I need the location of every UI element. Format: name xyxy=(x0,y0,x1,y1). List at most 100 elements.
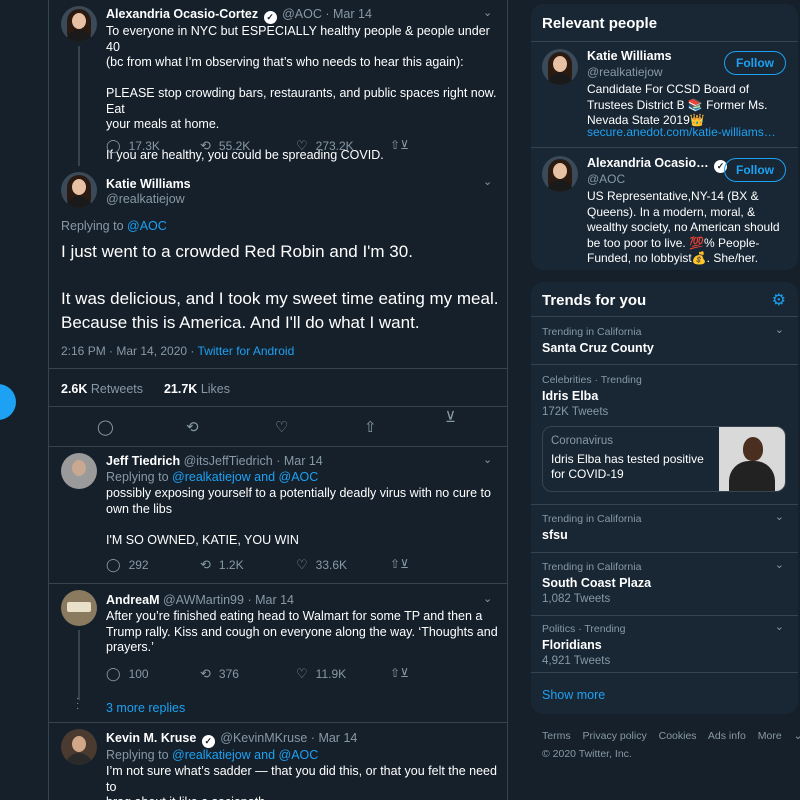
trend-item[interactable]: Politics · Trending Floridians 4,921 Twe… xyxy=(531,616,798,672)
retweet-icon[interactable]: ⟲ xyxy=(186,418,199,436)
replying-to-link[interactable]: @realkatiejow and @AOC xyxy=(172,470,318,484)
retweet-icon: ⟲ xyxy=(200,138,211,153)
follow-button[interactable]: Follow xyxy=(724,158,786,182)
author-name[interactable]: Alexandria Ocasio-Cortez xyxy=(106,7,258,21)
gear-icon[interactable]: ⚙ xyxy=(772,290,786,310)
author-name[interactable]: AndreaM xyxy=(106,593,159,607)
author-name[interactable]: Katie Williams xyxy=(106,177,191,191)
author-name[interactable]: Jeff Tiedrich xyxy=(106,454,180,468)
bookmark-icon: ⊻ xyxy=(400,666,409,680)
author-handle[interactable]: @AWMartin99 xyxy=(163,593,244,607)
chevron-down-icon[interactable]: ⌄ xyxy=(483,453,492,466)
share-button[interactable]: ⇧⊻ xyxy=(390,138,409,152)
heart-icon[interactable]: ♡ xyxy=(275,418,288,436)
chevron-down-icon[interactable]: ⌄ xyxy=(483,175,492,188)
tweet-date[interactable]: Mar 14 xyxy=(255,593,294,607)
avatar[interactable] xyxy=(542,49,578,85)
footer-link-privacy[interactable]: Privacy policy xyxy=(583,730,647,742)
author-handle[interactable]: @itsJeffTiedrich xyxy=(184,454,273,468)
like-count: 33.6K xyxy=(315,558,348,572)
divider xyxy=(49,406,507,407)
bookmark-icon[interactable]: ⊻ xyxy=(445,408,456,426)
retweet-button[interactable]: ⟲ 55.2K xyxy=(200,138,250,154)
avatar[interactable] xyxy=(61,590,97,626)
trend-item[interactable]: Trending in California Santa Cruz County… xyxy=(531,317,798,364)
tweet-aoc[interactable]: Alexandria Ocasio-Cortez ✓ @AOC · Mar 14… xyxy=(49,0,507,172)
like-button[interactable]: ♡ 11.9K xyxy=(296,666,346,682)
footer-link-ads[interactable]: Ads info xyxy=(708,730,746,742)
tweet-reply[interactable]: Kevin M. Kruse ✓ @KevinMKruse · Mar 14 R… xyxy=(49,723,507,800)
reply-button[interactable]: ◯ 292 xyxy=(106,557,149,573)
tweet-reply[interactable]: Jeff Tiedrich @itsJeffTiedrich · Mar 14 … xyxy=(49,447,507,582)
tweet-text: I just went to a crowded Red Robin and I… xyxy=(61,242,499,332)
avatar[interactable] xyxy=(61,172,97,208)
author-handle[interactable]: @KevinMKruse xyxy=(220,731,307,745)
like-button[interactable]: ♡ 33.6K xyxy=(296,557,347,573)
like-button[interactable]: ♡ 273.2K xyxy=(296,138,354,154)
retweet-button[interactable]: ⟲ 376 xyxy=(200,666,239,682)
tweet-header: Kevin M. Kruse ✓ @KevinMKruse · Mar 14 xyxy=(106,731,358,748)
retweets-stat[interactable]: 2.6K Retweets xyxy=(61,382,143,396)
heart-icon: ♡ xyxy=(296,557,308,572)
retweet-count: 1.2K xyxy=(218,558,244,572)
person-bio: US Representative,NY-14 (BX & Queens). I… xyxy=(587,189,780,265)
avatar[interactable] xyxy=(542,156,578,192)
retweet-count: 55.2K xyxy=(218,139,251,153)
show-more-link[interactable]: Show more xyxy=(542,688,605,702)
footer-link-terms[interactable]: Terms xyxy=(542,730,571,742)
replying-to-link[interactable]: @AOC xyxy=(127,219,167,233)
chevron-down-icon[interactable]: ⌄ xyxy=(775,510,784,523)
timestamp[interactable]: 2:16 PM · Mar 14, 2020 xyxy=(61,344,187,358)
follow-button[interactable]: Follow xyxy=(724,51,786,75)
news-card[interactable]: Coronavirus Idris Elba has tested positi… xyxy=(542,426,786,492)
tweet-date[interactable]: Mar 14 xyxy=(284,454,323,468)
reply-icon[interactable]: ◯ xyxy=(97,418,114,436)
author-handle[interactable]: @AOC xyxy=(282,7,322,21)
chevron-down-icon[interactable]: ⌄ xyxy=(775,558,784,571)
reply-button[interactable]: ◯ 17.3K xyxy=(106,138,160,154)
retweet-button[interactable]: ⟲ 1.2K xyxy=(200,557,244,573)
tweet-actions: ◯ ⟲ ♡ ⇧ ⊻ xyxy=(49,409,507,436)
avatar[interactable] xyxy=(61,6,97,42)
trend-name: sfsu xyxy=(542,528,568,542)
person-name[interactable]: Alexandria Ocasio… ✓ xyxy=(587,156,729,173)
tweet-reply[interactable]: AndreaM @AWMartin99 · Mar 14 ⌄ After you… xyxy=(49,584,507,722)
tweet-source-link[interactable]: Twitter for Android xyxy=(198,344,295,358)
trend-name: South Coast Plaza xyxy=(542,576,652,590)
person-link[interactable]: secure.anedot.com/katie-williams… xyxy=(587,125,776,141)
compose-tweet-button[interactable] xyxy=(0,384,16,420)
share-icon: ⇧ xyxy=(390,138,401,152)
trend-item[interactable]: Celebrities · Trending Idris Elba 172K T… xyxy=(531,365,798,505)
reply-icon: ◯ xyxy=(106,138,121,153)
trend-item[interactable]: Trending in California South Coast Plaza… xyxy=(531,553,798,615)
chevron-down-icon[interactable]: ⌄ xyxy=(775,323,784,336)
tweet-date[interactable]: Mar 14 xyxy=(333,7,372,21)
chevron-down-icon[interactable]: ⌄ xyxy=(483,6,492,19)
footer-links: Terms Privacy policy Cookies Ads info Mo… xyxy=(542,730,800,742)
trend-item[interactable]: Trending in California sfsu ⌄ xyxy=(531,505,798,552)
share-button[interactable]: ⇧⊻ xyxy=(390,666,409,680)
person-bio: Candidate For CCSD Board of Trustees Dis… xyxy=(587,82,768,127)
author-handle[interactable]: @realkatiejow xyxy=(106,192,185,206)
chevron-down-icon[interactable]: ⌄ xyxy=(775,620,784,633)
likes-stat[interactable]: 21.7K Likes xyxy=(164,382,230,396)
footer-link-cookies[interactable]: Cookies xyxy=(659,730,697,742)
trend-context: Trending in California xyxy=(542,513,642,525)
tweet-header: AndreaM @AWMartin99 · Mar 14 xyxy=(106,593,294,607)
avatar[interactable] xyxy=(61,729,97,765)
reply-button[interactable]: ◯ 100 xyxy=(106,666,149,682)
conversation-timeline: Alexandria Ocasio-Cortez ✓ @AOC · Mar 14… xyxy=(48,0,508,800)
person-name[interactable]: Katie Williams xyxy=(587,49,672,63)
share-icon[interactable]: ⇧ xyxy=(364,418,377,436)
news-category: Coronavirus xyxy=(551,435,613,447)
chevron-down-icon[interactable]: ⌄ xyxy=(483,592,492,605)
reply-count: 17.3K xyxy=(128,139,160,153)
avatar[interactable] xyxy=(61,453,97,489)
footer-link-more[interactable]: More ⌄ xyxy=(758,730,800,742)
more-replies-link[interactable]: 3 more replies xyxy=(106,701,185,715)
replying-to-link[interactable]: @realkatiejow and @AOC xyxy=(172,748,318,762)
share-button[interactable]: ⇧⊻ xyxy=(390,557,409,571)
author-name[interactable]: Kevin M. Kruse xyxy=(106,731,196,745)
tweet-date[interactable]: Mar 14 xyxy=(318,731,357,745)
tweet-header: Jeff Tiedrich @itsJeffTiedrich · Mar 14 xyxy=(106,454,323,468)
